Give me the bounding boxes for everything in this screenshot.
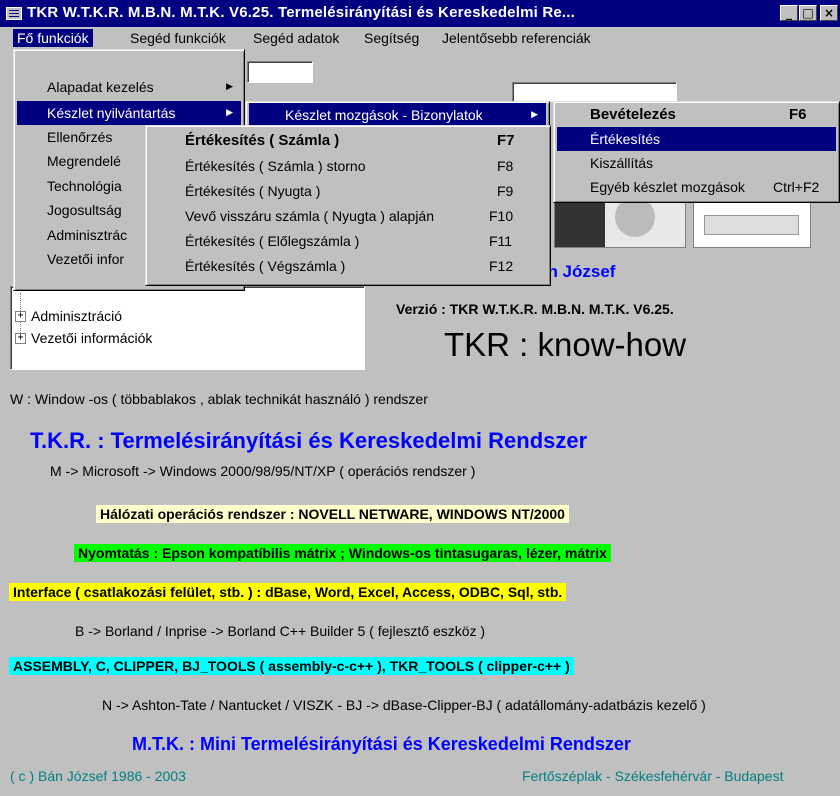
- printing-banner: Nyomtatás : Epson kompatíbilis mátrix ; …: [74, 544, 611, 562]
- minimize-button[interactable]: _: [780, 5, 798, 21]
- tree-view[interactable]: + Adminisztráció + Vezetői információk: [10, 285, 365, 370]
- m-description: M -> Microsoft -> Windows 2000/98/95/NT/…: [50, 463, 476, 479]
- menu-item-label: Megrendelé: [47, 153, 121, 169]
- menu-item-label: Jogosultság: [47, 202, 122, 218]
- menu-item-label: Értékesítés ( Nyugta ): [185, 183, 321, 199]
- menu-item-label: Értékesítés ( Számla ): [185, 132, 340, 149]
- menu-item-shortcut: F6: [789, 106, 807, 123]
- menu-item-shortcut: F8: [497, 158, 514, 174]
- menu-item-szamla[interactable]: Értékesítés ( Számla ) F7: [149, 129, 547, 153]
- menu-item-vegszamla[interactable]: Értékesítés ( Végszámla ) F12: [149, 254, 547, 278]
- copyright-text: ( c ) Bán József 1986 - 2003: [10, 768, 186, 784]
- menu-item-label: Készlet mozgások - Bizonylatok: [285, 107, 483, 123]
- submenu-arrow-icon: ▶: [226, 82, 233, 92]
- background-field-2[interactable]: [512, 82, 677, 102]
- menu-item-label: Technológia: [47, 178, 122, 194]
- menu-item-ertekesites[interactable]: Értékesítés: [557, 127, 836, 151]
- menu-fo-funkciok[interactable]: Fő funkciók: [13, 29, 93, 47]
- menu-item-label: Értékesítés ( Végszámla ): [185, 258, 346, 274]
- menu-item-shortcut: F10: [489, 208, 514, 224]
- menu-item-label: Értékesítés ( Előlegszámla ): [185, 233, 360, 249]
- menu-item-kiszallitas[interactable]: Kiszállítás: [557, 151, 836, 175]
- maximize-button[interactable]: □: [799, 5, 817, 21]
- knowhow-heading: TKR : know-how: [444, 326, 687, 363]
- menu-jelentosebb-referenciak[interactable]: Jelentősebb referenciák: [438, 29, 595, 47]
- menu-item-keszlet-nyilvantartas[interactable]: Készlet nyilvántartás ▶: [17, 101, 241, 125]
- ertekesites-submenu: Értékesítés ( Számla ) F7 Értékesítés ( …: [145, 125, 551, 286]
- menu-seged-funkciok[interactable]: Segéd funkciók: [126, 29, 230, 47]
- b-description: B -> Borland / Inprise -> Borland C++ Bu…: [75, 623, 486, 639]
- close-button[interactable]: ×: [820, 5, 838, 21]
- menu-item-shortcut: F11: [489, 233, 513, 249]
- assembly-banner: ASSEMBLY, C, CLIPPER, BJ_TOOLS ( assembl…: [9, 657, 574, 675]
- title-bar: TKR W.T.K.R. M.B.N. M.T.K. V6.25. Termel…: [0, 0, 840, 27]
- menu-item-shortcut: F9: [497, 183, 514, 199]
- interface-banner: Interface ( csatlakozási felület, stb. )…: [9, 583, 567, 601]
- network-os-banner: Hálózati operációs rendszer : NOVELL NET…: [96, 505, 569, 523]
- menu-item-alapadat[interactable]: Alapadat kezelés ▶: [17, 75, 241, 99]
- menu-item-label: Ellenőrzés: [47, 129, 113, 145]
- menu-item-label: Alapadat kezelés: [47, 79, 154, 95]
- menu-bar: Fő funkciók Segéd funkciók Segéd adatok …: [0, 27, 840, 49]
- menu-item-label: Vevő visszáru számla ( Nyugta ) alapján: [185, 208, 434, 224]
- menu-item-label: Kiszállítás: [590, 155, 654, 171]
- window-title: TKR W.T.K.R. M.B.N. M.T.K. V6.25. Termel…: [27, 4, 576, 21]
- expand-icon[interactable]: +: [15, 333, 26, 344]
- menu-item-elolegszamla[interactable]: Értékesítés ( Előlegszámla ) F11: [149, 229, 547, 253]
- menu-item-label: Bevételezés: [590, 106, 676, 123]
- menu-item-label: Egyéb készlet mozgások: [590, 179, 745, 195]
- version-label: Verzió : TKR W.T.K.R. M.B.N. M.T.K. V6.2…: [396, 301, 674, 317]
- menu-item-egyeb-keszlet-mozgasok[interactable]: Egyéb készlet mozgások Ctrl+F2: [557, 175, 836, 199]
- menu-item-label: Értékesítés ( Számla ) storno: [185, 158, 366, 174]
- w-description: W : Window -os ( többablakos , ablak tec…: [10, 391, 428, 407]
- menu-segitseg[interactable]: Segítség: [360, 29, 423, 47]
- app-icon[interactable]: [6, 7, 22, 20]
- bizonylat-submenu: Bevételezés F6 Értékesítés Kiszállítás E…: [553, 101, 840, 203]
- menu-item-nyugta[interactable]: Értékesítés ( Nyugta ) F9: [149, 179, 547, 203]
- tkr-heading: T.K.R. : Termelésirányítási és Kereskede…: [30, 428, 588, 453]
- menu-seged-adatok[interactable]: Segéd adatok: [249, 29, 343, 47]
- menu-item-label: Adminisztrác: [47, 227, 128, 243]
- submenu-arrow-icon: ▶: [226, 108, 233, 118]
- menu-item-shortcut: F7: [497, 132, 515, 149]
- menu-item-label: Értékesítés: [590, 131, 661, 147]
- menu-item-shortcut: F12: [489, 258, 514, 274]
- menu-item-shortcut: Ctrl+F2: [773, 179, 820, 195]
- menu-item-bevetelezes[interactable]: Bevételezés F6: [557, 103, 836, 127]
- tree-item-adminisztracio[interactable]: Adminisztráció: [31, 306, 122, 326]
- mtk-heading: M.T.K. : Mini Termelésirányítási és Kere…: [132, 734, 631, 754]
- submenu-arrow-icon: ▶: [531, 110, 538, 120]
- menu-item-vevo-visszaru[interactable]: Vevő visszáru számla ( Nyugta ) alapján …: [149, 204, 547, 228]
- locations-text: Fertőszéplak - Székesfehérvár - Budapest: [522, 768, 784, 784]
- menu-item-label: Készlet nyilvántartás: [47, 105, 176, 121]
- tree-item-vezetoi-informaciok[interactable]: Vezetői információk: [31, 328, 152, 348]
- expand-icon[interactable]: +: [15, 311, 26, 322]
- background-field[interactable]: [247, 61, 313, 83]
- menu-item-szamla-storno[interactable]: Értékesítés ( Számla ) storno F8: [149, 154, 547, 178]
- menu-item-label: Vezetői infor: [47, 251, 125, 267]
- n-description: N -> Ashton-Tate / Nantucket / VISZK - B…: [102, 697, 706, 713]
- menu-item-keszlet-mozgasok[interactable]: Készlet mozgások - Bizonylatok ▶: [249, 103, 546, 127]
